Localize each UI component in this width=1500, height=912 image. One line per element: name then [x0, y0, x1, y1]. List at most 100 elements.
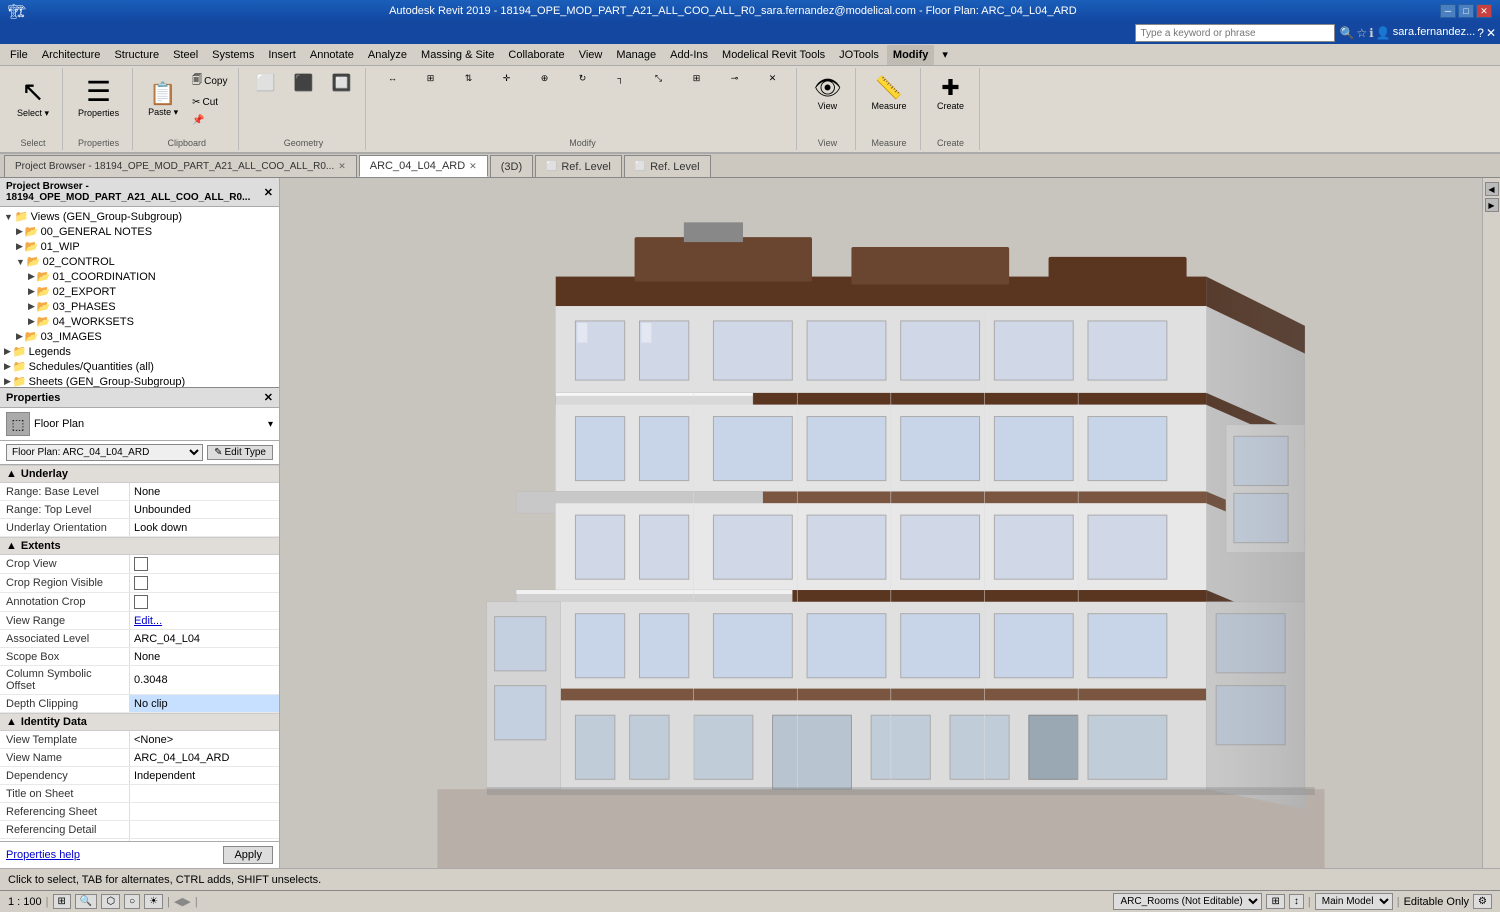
menu-architecture[interactable]: Architecture — [36, 45, 107, 65]
section-identity[interactable]: ▲ Identity Data — [0, 713, 279, 731]
tree-general-notes[interactable]: ▶ 📂 00_GENERAL NOTES — [0, 224, 279, 239]
cut-btn[interactable]: ✂ Cut — [187, 94, 232, 111]
menu-view[interactable]: View — [573, 45, 609, 65]
info-icon[interactable]: ℹ — [1369, 26, 1374, 40]
base-level-value[interactable]: None — [130, 483, 279, 500]
menu-addins[interactable]: Add-Ins — [664, 45, 714, 65]
tab-ref-level-1[interactable]: ⬜ Ref. Level — [535, 155, 622, 177]
menu-file[interactable]: File — [4, 45, 34, 65]
menu-analyze[interactable]: Analyze — [362, 45, 413, 65]
3d-btn[interactable]: ⬡ — [101, 894, 120, 909]
window-controls[interactable]: ─ □ ✕ — [1440, 4, 1492, 18]
tree-schedules[interactable]: ▶ 📁 Schedules/Quantities (all) — [0, 359, 279, 374]
workset-btn[interactable]: ⊞ — [1266, 894, 1284, 909]
paste-special-btn[interactable]: 📌 — [187, 112, 232, 129]
move-btn[interactable]: ✛ — [488, 70, 524, 87]
viewport[interactable] — [280, 178, 1482, 868]
tree-export[interactable]: ▶ 📂 02_EXPORT — [0, 284, 279, 299]
title-sheet-value[interactable] — [130, 785, 279, 802]
model-selector[interactable]: Main Model — [1315, 893, 1393, 910]
wip-arrow[interactable]: ▶ — [16, 241, 23, 252]
menu-jotools[interactable]: JOTools — [833, 45, 885, 65]
view-range-value[interactable]: Edit... — [130, 612, 279, 629]
menu-modelical[interactable]: Modelical Revit Tools — [716, 45, 831, 65]
edit-type-button[interactable]: ✎ Edit Type — [207, 445, 273, 460]
tree-wip[interactable]: ▶ 📂 01_WIP — [0, 239, 279, 254]
properties-close[interactable]: ✕ — [264, 391, 273, 404]
menu-insert[interactable]: Insert — [262, 45, 302, 65]
floor-plan-select[interactable]: Floor Plan: ARC_04_L04_ARD — [6, 444, 203, 461]
apply-button[interactable]: Apply — [223, 846, 273, 864]
type-dropdown[interactable]: ▾ — [268, 419, 273, 430]
tree-views[interactable]: ▼ 📁 Views (GEN_Group-Subgroup) — [0, 209, 279, 224]
sync-btn[interactable]: ↕ — [1289, 894, 1304, 909]
close-button[interactable]: ✕ — [1476, 4, 1492, 18]
close-btn[interactable]: ✕ — [1486, 26, 1496, 40]
coordination-arrow[interactable]: ▶ — [28, 271, 35, 282]
search-input[interactable] — [1135, 24, 1335, 42]
zoom-btn[interactable]: 🔍 — [75, 894, 97, 909]
geometry-btn3[interactable]: 🔲 — [323, 70, 359, 96]
split-btn[interactable]: ⊸ — [716, 70, 752, 87]
project-browser-close[interactable]: ✕ — [264, 186, 273, 199]
sidebar-expand-btn[interactable]: ▶ — [1485, 198, 1499, 212]
menu-manage[interactable]: Manage — [610, 45, 662, 65]
view-template-value[interactable]: <None> — [130, 731, 279, 748]
menu-systems[interactable]: Systems — [206, 45, 260, 65]
control-arrow[interactable]: ▼ — [16, 257, 25, 267]
trim-btn[interactable]: ┐ — [602, 70, 638, 87]
view-controls-btn[interactable]: ⊞ — [53, 894, 71, 909]
tab-arc04[interactable]: ARC_04_L04_ARD ✕ — [359, 155, 488, 177]
menu-steel[interactable]: Steel — [167, 45, 204, 65]
ref-detail-value[interactable] — [130, 821, 279, 838]
geometry-btn1[interactable]: ⬜ — [247, 70, 283, 96]
building-viewport[interactable] — [280, 178, 1482, 868]
top-level-value[interactable]: Unbounded — [130, 501, 279, 518]
images-arrow[interactable]: ▶ — [16, 331, 23, 342]
offset-btn[interactable]: ⊞ — [412, 70, 448, 87]
section-underlay[interactable]: ▲ Underlay — [0, 465, 279, 483]
geometry-btn2[interactable]: ⬛ — [285, 70, 321, 96]
menu-massing[interactable]: Massing & Site — [415, 45, 500, 65]
search-icon[interactable]: 🔍 — [1339, 26, 1354, 40]
col-offset-value[interactable]: 0.3048 — [130, 666, 279, 694]
sun-btn[interactable]: ☀ — [144, 894, 163, 909]
tree-phases[interactable]: ▶ 📂 03_PHASES — [0, 299, 279, 314]
measure-btn[interactable]: 📏 Measure — [864, 70, 913, 116]
export-arrow[interactable]: ▶ — [28, 286, 35, 297]
tab-close-project-browser[interactable]: ✕ — [338, 161, 346, 172]
menu-more[interactable]: ▾ — [936, 45, 954, 65]
restore-button[interactable]: □ — [1458, 4, 1474, 18]
schedules-arrow[interactable]: ▶ — [4, 361, 11, 372]
settings-btn[interactable]: ⚙ — [1473, 894, 1492, 909]
scale-btn[interactable]: ⤡ — [640, 70, 676, 87]
copy-btn[interactable]: 🗐 Copy — [187, 70, 232, 93]
menu-structure[interactable]: Structure — [108, 45, 165, 65]
workset-selector[interactable]: ARC_Rooms (Not Editable) — [1113, 893, 1262, 910]
tree-sheets[interactable]: ▶ 📁 Sheets (GEN_Group-Subgroup) — [0, 374, 279, 387]
minimize-button[interactable]: ─ — [1440, 4, 1456, 18]
tab-3d[interactable]: (3D) — [490, 155, 533, 177]
tab-ref-level-2[interactable]: ⬜ Ref. Level — [624, 155, 711, 177]
mirror-btn[interactable]: ⇅ — [450, 70, 486, 87]
tab-project-browser[interactable]: Project Browser - 18194_OPE_MOD_PART_A21… — [4, 155, 357, 177]
view-name-value[interactable]: ARC_04_L04_ARD — [130, 749, 279, 766]
legends-arrow[interactable]: ▶ — [4, 346, 11, 357]
properties-ribbon-btn[interactable]: ☰ Properties — [71, 70, 126, 123]
worksets-arrow[interactable]: ▶ — [28, 316, 35, 327]
tree-coordination[interactable]: ▶ 📂 01_COORDINATION — [0, 269, 279, 284]
menu-collaborate[interactable]: Collaborate — [502, 45, 570, 65]
general-notes-arrow[interactable]: ▶ — [16, 226, 23, 237]
view-ribbon-btn[interactable]: 👁 View — [805, 70, 849, 116]
scope-box-value[interactable]: None — [130, 648, 279, 665]
tree-control[interactable]: ▼ 📂 02_CONTROL — [0, 254, 279, 269]
dependency-value[interactable]: Independent — [130, 767, 279, 784]
tab-close-arc04[interactable]: ✕ — [469, 161, 477, 172]
properties-help-link[interactable]: Properties help — [6, 849, 80, 861]
tree-worksets[interactable]: ▶ 📂 04_WORKSETS — [0, 314, 279, 329]
section-extents[interactable]: ▲ Extents — [0, 537, 279, 555]
ref-sheet-value[interactable] — [130, 803, 279, 820]
phases-arrow[interactable]: ▶ — [28, 301, 35, 312]
paste-btn[interactable]: 📋 Paste ▾ — [141, 76, 185, 123]
tree-legends[interactable]: ▶ 📁 Legends — [0, 344, 279, 359]
